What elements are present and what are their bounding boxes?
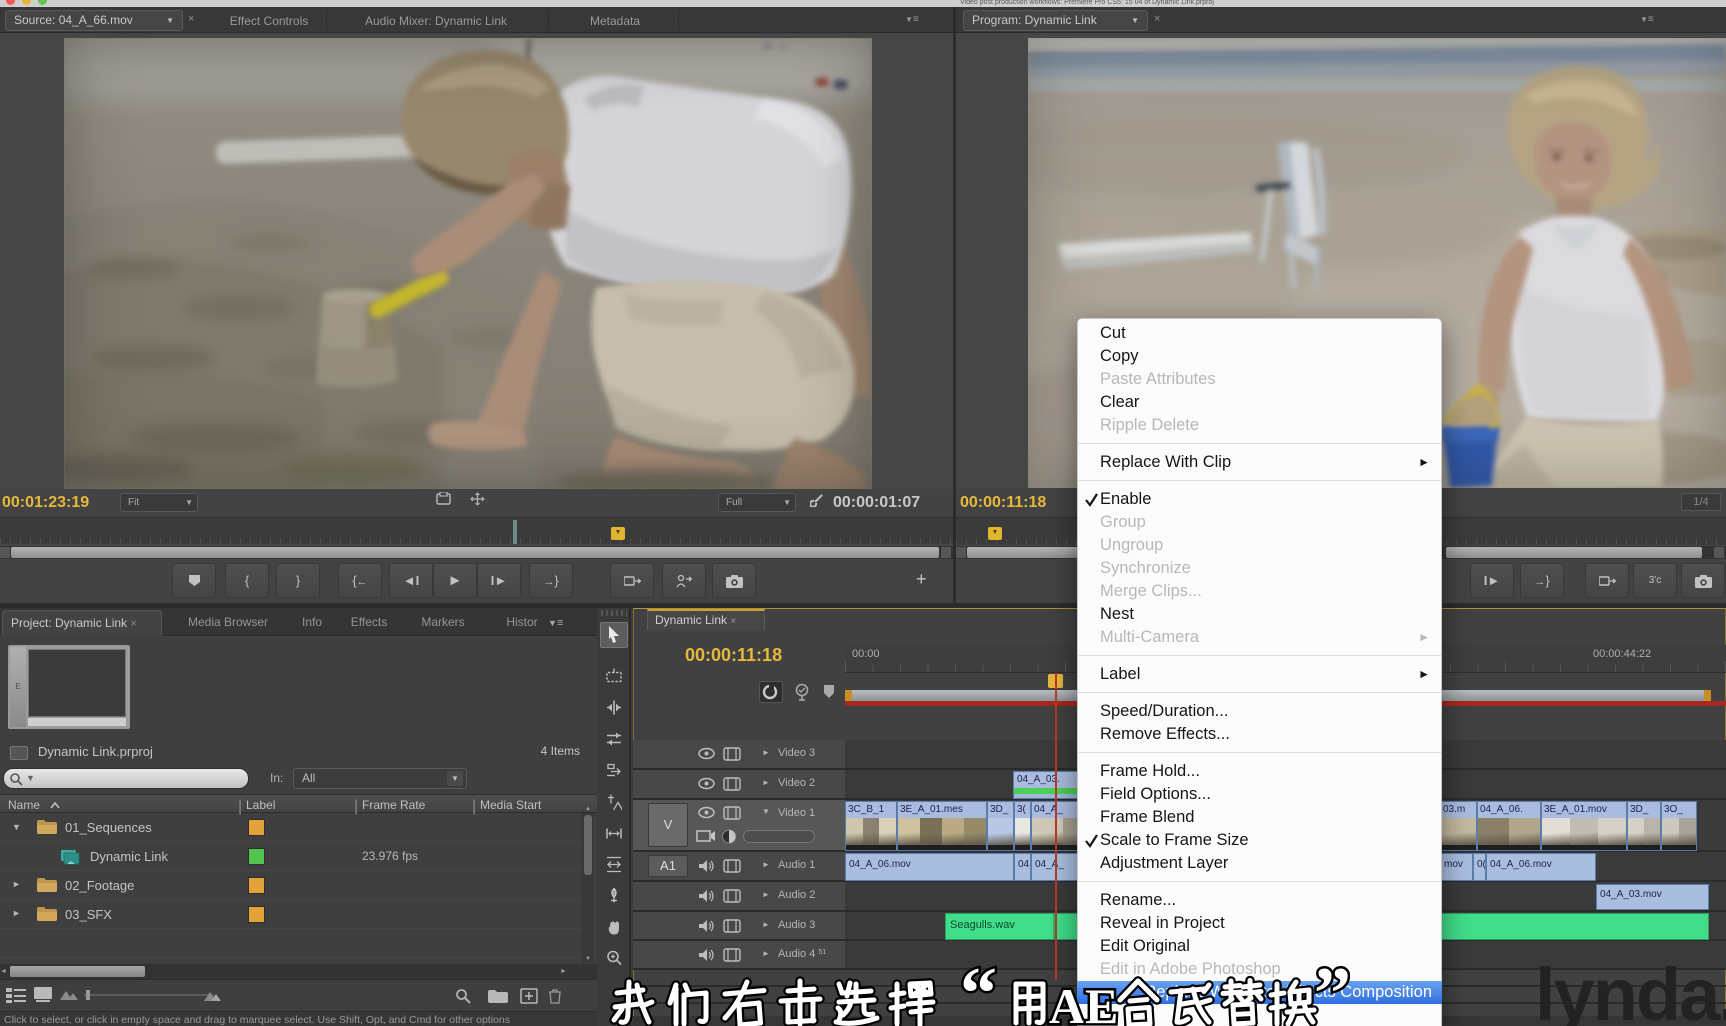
svg-text:A: A (1049, 978, 1085, 1026)
svg-text:E: E (1085, 978, 1118, 1026)
svg-text:“: “ (960, 960, 997, 1026)
svg-text:”: ” (1314, 960, 1350, 1026)
